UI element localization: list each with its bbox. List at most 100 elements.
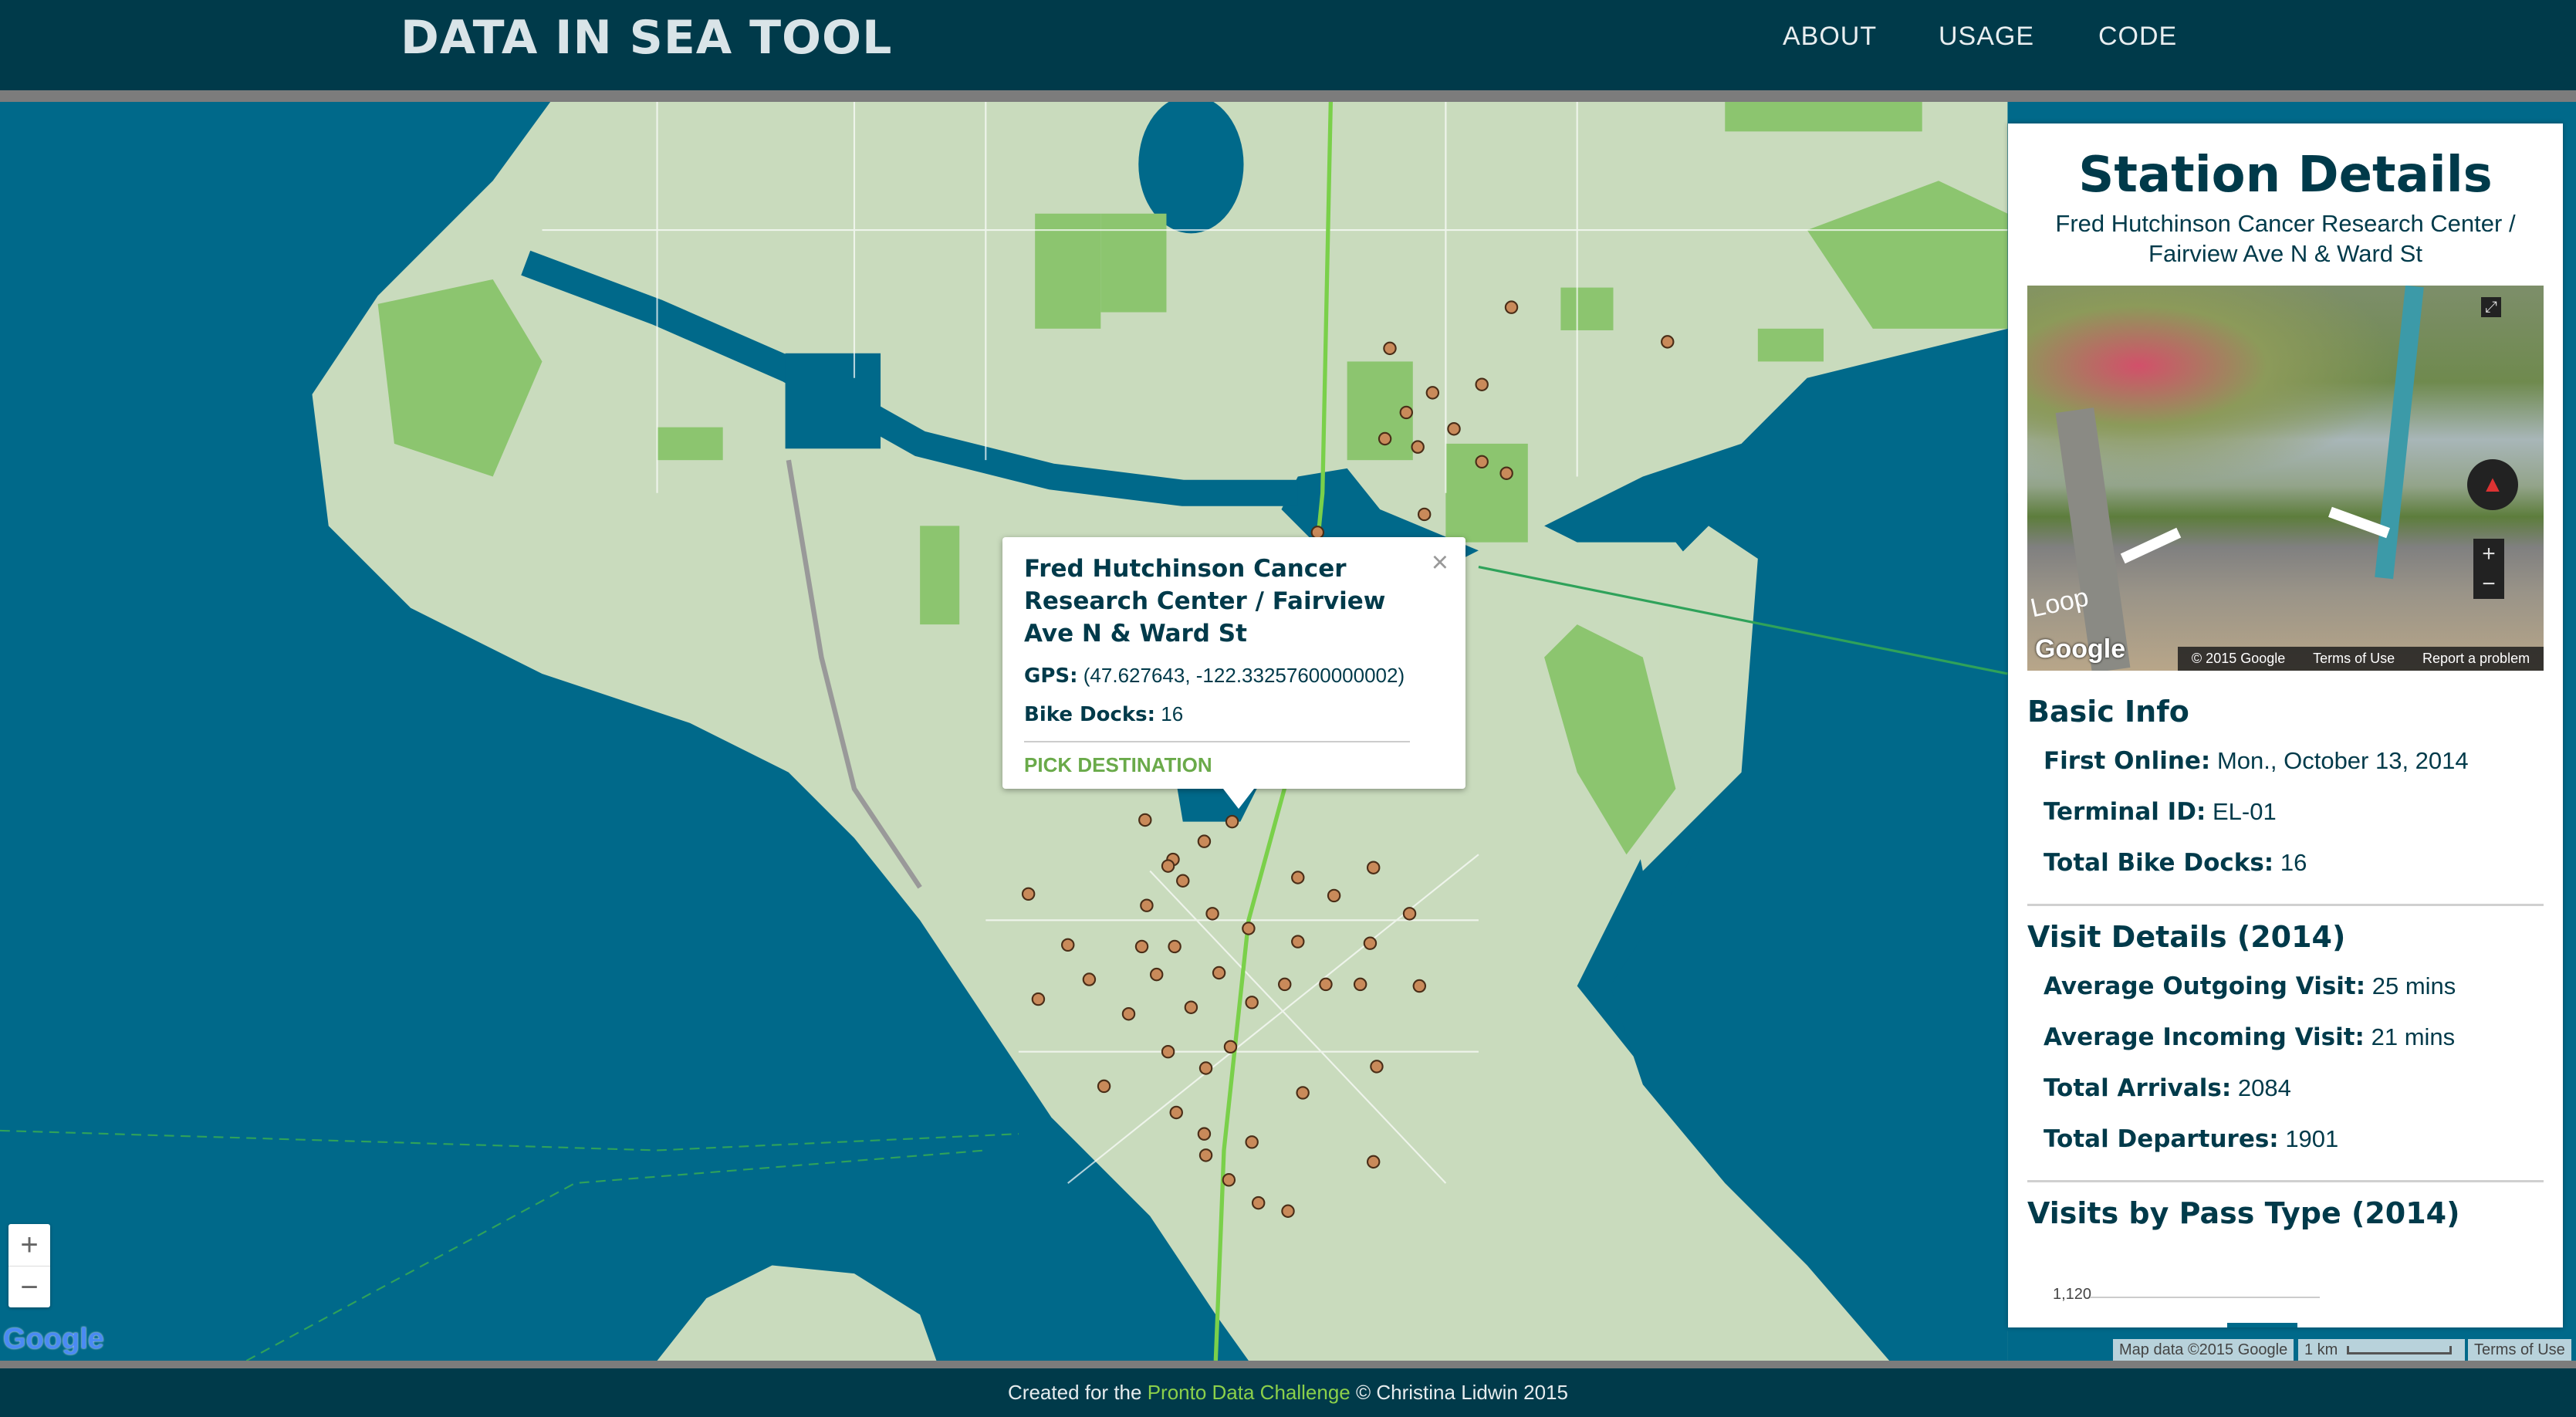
station-marker[interactable] <box>1245 996 1259 1009</box>
terminal-id-label: Terminal ID: <box>2044 798 2206 826</box>
popup-docks: Bike Docks: 16 <box>1024 702 1183 726</box>
station-marker[interactable] <box>1149 967 1164 982</box>
station-marker[interactable] <box>1291 871 1305 884</box>
station-marker[interactable] <box>1198 1148 1213 1162</box>
ferry-route <box>0 1129 1019 1152</box>
station-marker[interactable] <box>1425 386 1440 400</box>
station-marker[interactable] <box>1176 874 1190 888</box>
station-marker[interactable] <box>1121 1006 1136 1021</box>
station-marker[interactable] <box>1168 939 1182 954</box>
close-icon[interactable]: × <box>1432 546 1449 580</box>
station-marker[interactable] <box>1447 421 1461 436</box>
station-marker[interactable] <box>1475 377 1489 391</box>
map-terms-link[interactable]: Terms of Use <box>2468 1339 2571 1361</box>
station-marker[interactable] <box>1205 907 1219 921</box>
basic-info-heading: Basic Info <box>2027 695 2189 729</box>
station-marker[interactable] <box>1031 992 1046 1006</box>
nav-usage[interactable]: USAGE <box>1939 22 2034 52</box>
streetview-report[interactable]: Report a problem <box>2422 647 2530 671</box>
station-marker[interactable] <box>1251 1195 1266 1210</box>
site-title[interactable]: DATA IN SEA TOOL <box>401 11 892 65</box>
station-marker[interactable] <box>1378 431 1392 446</box>
station-marker[interactable] <box>1061 938 1075 952</box>
divider <box>2027 904 2544 906</box>
total-arrivals-value: 2084 <box>2237 1074 2291 1101</box>
station-marker[interactable] <box>1184 1000 1198 1014</box>
station-marker[interactable] <box>1222 1173 1236 1187</box>
station-marker[interactable] <box>1411 440 1425 454</box>
station-marker[interactable] <box>1161 859 1175 873</box>
station-marker[interactable] <box>1291 935 1305 949</box>
station-marker[interactable] <box>1169 1105 1183 1120</box>
station-marker[interactable] <box>1412 979 1427 993</box>
station-marker[interactable] <box>1296 1086 1310 1100</box>
map-zoom-in-button[interactable]: + <box>8 1224 50 1267</box>
panel-title: Station Details <box>2078 147 2493 204</box>
gps-label: GPS: <box>1024 665 1078 688</box>
map-scale[interactable]: 1 km <box>2298 1339 2465 1361</box>
station-marker[interactable] <box>1661 335 1675 349</box>
station-marker[interactable] <box>1097 1079 1111 1094</box>
station-marker[interactable] <box>1242 922 1256 935</box>
streetview-zoom: + − <box>2473 539 2504 599</box>
header-divider <box>0 90 2576 102</box>
footer-prefix: Created for the <box>1008 1381 1142 1404</box>
station-marker[interactable] <box>1499 466 1513 480</box>
compass-icon[interactable]: ▲ <box>2467 459 2518 510</box>
station-marker[interactable] <box>1399 405 1414 420</box>
streetview-copyright: © 2015 Google <box>2191 651 2286 666</box>
streetview-zoom-in[interactable]: + <box>2473 539 2504 569</box>
y-tick-label: 1,120 <box>2053 1286 2092 1303</box>
station-marker[interactable] <box>1383 341 1397 356</box>
station-marker[interactable] <box>1212 966 1226 980</box>
streetview-footer: © 2015 Google Terms of Use Report a prob… <box>2178 647 2544 671</box>
docks-value: 16 <box>1161 702 1184 725</box>
station-marker[interactable] <box>1319 977 1333 992</box>
pronto-challenge-link[interactable]: Pronto Data Challenge <box>1148 1381 1351 1404</box>
station-marker[interactable] <box>1278 977 1292 992</box>
header: DATA IN SEA TOOL ABOUT USAGE CODE <box>0 0 2576 90</box>
fullscreen-icon[interactable]: ⤢ <box>2481 297 2501 317</box>
station-marker[interactable] <box>1161 1044 1175 1059</box>
station-marker[interactable] <box>1082 972 1097 986</box>
map-scale-label: 1 km <box>2304 1341 2338 1358</box>
avg-outgoing-label: Average Outgoing Visit: <box>2044 972 2366 1000</box>
popup-title: Fred Hutchinson Cancer Research Center /… <box>1024 555 1386 648</box>
street-view[interactable]: Loop ⤢ ▲ + − Google © 2015 Google Terms … <box>2027 286 2544 671</box>
station-marker[interactable] <box>1327 888 1341 903</box>
station-marker[interactable] <box>1366 1155 1381 1169</box>
nav-code[interactable]: CODE <box>2098 22 2177 52</box>
station-marker[interactable] <box>1225 814 1239 829</box>
avg-incoming-value: 21 mins <box>2371 1023 2456 1050</box>
map-zoom-out-button[interactable]: − <box>8 1267 50 1308</box>
station-marker[interactable] <box>1366 861 1381 874</box>
station-marker[interactable] <box>1138 813 1152 827</box>
station-marker[interactable] <box>1281 1204 1295 1218</box>
station-marker[interactable] <box>1417 507 1432 522</box>
station-marker[interactable] <box>1223 1040 1238 1054</box>
station-marker[interactable] <box>1198 1061 1213 1075</box>
station-marker[interactable] <box>1197 1127 1212 1141</box>
map-zoom-control: + − <box>8 1224 50 1307</box>
station-marker[interactable] <box>1021 887 1036 901</box>
station-name: Fred Hutchinson Cancer Research Center /… <box>2055 210 2516 267</box>
pass-type-chart: 1,120 <box>2008 1266 2563 1327</box>
nav-arrow-left[interactable] <box>2120 527 2182 564</box>
station-marker[interactable] <box>1197 834 1212 848</box>
streetview-zoom-out[interactable]: − <box>2473 569 2504 599</box>
station-marker[interactable] <box>1402 907 1417 921</box>
station-marker[interactable] <box>1134 939 1149 954</box>
pick-destination-button[interactable]: PICK DESTINATION <box>1024 753 1212 777</box>
docks-label: Bike Docks: <box>1024 703 1156 726</box>
divider <box>2027 1180 2544 1182</box>
station-marker[interactable] <box>1353 977 1367 992</box>
station-marker[interactable] <box>1245 1135 1259 1149</box>
station-marker[interactable] <box>1370 1060 1384 1074</box>
nav-about[interactable]: ABOUT <box>1783 22 1877 52</box>
station-marker[interactable] <box>1140 898 1154 912</box>
station-marker[interactable] <box>1504 300 1519 314</box>
chart-bar <box>2227 1323 2297 1327</box>
station-marker[interactable] <box>1475 455 1489 469</box>
station-marker[interactable] <box>1363 936 1378 950</box>
streetview-terms[interactable]: Terms of Use <box>2313 647 2395 671</box>
